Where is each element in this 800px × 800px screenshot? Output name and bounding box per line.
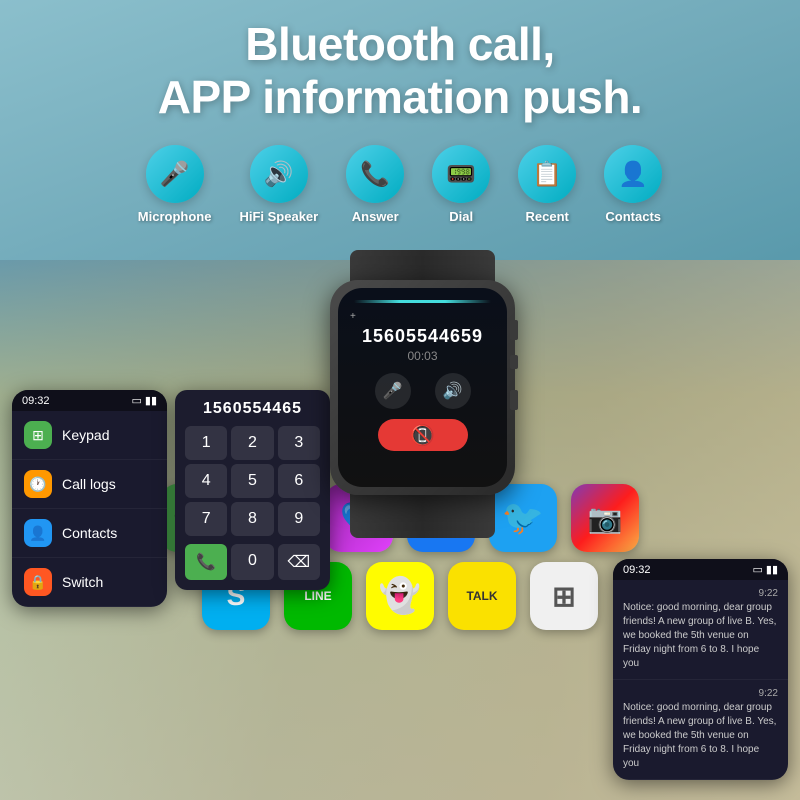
- dial-label: Dial: [449, 209, 473, 224]
- microphone-label: Microphone: [138, 209, 212, 224]
- key-8[interactable]: 8: [231, 502, 273, 536]
- contacts-label: Contacts: [605, 209, 661, 224]
- key-2[interactable]: 2: [231, 426, 273, 460]
- menu-item-keypad[interactable]: ⊞ Keypad: [12, 411, 167, 460]
- notif-battery: ▭ ▮▮: [752, 563, 778, 576]
- key-5[interactable]: 5: [231, 464, 273, 498]
- key-📞[interactable]: 📞: [185, 544, 227, 580]
- app-icon-more[interactable]: ⊞: [530, 562, 598, 630]
- call-logs-label: Call logs: [62, 476, 116, 492]
- hero-line2: APP information push.: [158, 71, 642, 123]
- phone-status-bar: 09:32 ▭ ▮▮: [12, 390, 167, 411]
- watch-wave: [354, 300, 492, 303]
- keypad-icon: ⊞: [24, 421, 52, 449]
- answer-label: Answer: [352, 209, 399, 224]
- feature-item-answer: 📞 Answer: [346, 145, 404, 224]
- watch-crown-mid: [510, 355, 518, 369]
- watch-mute-btn[interactable]: 🎤: [375, 373, 411, 409]
- contacts-icon: 👤: [604, 145, 662, 203]
- notif-text-1: Notice: good morning, dear group friends…: [623, 701, 778, 771]
- feature-item-hifi-speaker: 🔊 HiFi Speaker: [239, 145, 318, 224]
- call-logs-icon: 🕐: [24, 470, 52, 498]
- dialpad-bottom: 📞0⌫: [185, 544, 320, 580]
- feature-item-dial: 📟 Dial: [432, 145, 490, 224]
- notif-time-1: 9:22: [623, 688, 778, 699]
- dialpad-grid: 123 456 789: [185, 426, 320, 536]
- notif-time-0: 9:22: [623, 588, 778, 599]
- snapchat-icon-glyph: 👻: [379, 576, 421, 616]
- key-7[interactable]: 7: [185, 502, 227, 536]
- watch-speaker-btn[interactable]: 🔊: [435, 373, 471, 409]
- dialpad-panel: 1560554465 123 456 789 📞0⌫: [175, 390, 330, 590]
- watch-end-call-btn[interactable]: 📵: [378, 419, 468, 451]
- feature-item-contacts: 👤 Contacts: [604, 145, 662, 224]
- instagram-icon-glyph: 📷: [588, 502, 623, 535]
- phone-battery: ▭ ▮▮: [131, 394, 157, 407]
- menu-item-switch[interactable]: 🔒 Switch: [12, 558, 167, 607]
- watch-crown-top: [510, 320, 518, 340]
- hero-title: Bluetooth call, APP information push.: [0, 18, 800, 124]
- key-1[interactable]: 1: [185, 426, 227, 460]
- recent-icon: 📋: [518, 145, 576, 203]
- phone-menu-panel: 09:32 ▭ ▮▮ ⊞ Keypad 🕐 Call logs 👤 Contac…: [12, 390, 167, 607]
- notif-item-0: 9:22 Notice: good morning, dear group fr…: [613, 580, 788, 680]
- app-icon-instagram[interactable]: 📷: [571, 484, 639, 552]
- notif-status-bar: 09:32 ▭ ▮▮: [613, 559, 788, 580]
- dialpad-number: 1560554465: [185, 400, 320, 418]
- hifi-speaker-icon: 🔊: [250, 145, 308, 203]
- line-icon-glyph: LINE: [304, 589, 331, 603]
- feature-item-microphone: 🎤 Microphone: [138, 145, 212, 224]
- menu-item-contacts[interactable]: 👤 Contacts: [12, 509, 167, 558]
- kakao-icon-glyph: TALK: [466, 589, 497, 603]
- key-⌫[interactable]: ⌫: [278, 544, 320, 580]
- app-icon-twitter[interactable]: 🐦: [489, 484, 557, 552]
- feature-item-recent: 📋 Recent: [518, 145, 576, 224]
- microphone-icon: 🎤: [146, 145, 204, 203]
- features-row: 🎤 Microphone 🔊 HiFi Speaker 📞 Answer 📟 D…: [0, 145, 800, 224]
- recent-label: Recent: [526, 209, 569, 224]
- notif-text-0: Notice: good morning, dear group friends…: [623, 601, 778, 671]
- watch-screen: + 15605544659 00:03 🎤 🔊 📵: [338, 288, 507, 487]
- notif-item-1: 9:22 Notice: good morning, dear group fr…: [613, 680, 788, 780]
- switch-icon: 🔒: [24, 568, 52, 596]
- keypad-label: Keypad: [62, 427, 109, 443]
- notification-panel: 09:32 ▭ ▮▮ 9:22 Notice: good morning, de…: [613, 559, 788, 780]
- menu-item-call-logs[interactable]: 🕐 Call logs: [12, 460, 167, 509]
- watch-phone-number: 15605544659: [362, 326, 483, 347]
- key-4[interactable]: 4: [185, 464, 227, 498]
- answer-icon: 📞: [346, 145, 404, 203]
- key-3[interactable]: 3: [278, 426, 320, 460]
- watch-call-timer: 00:03: [407, 349, 437, 363]
- twitter-icon-glyph: 🐦: [502, 498, 544, 538]
- hero-section: Bluetooth call, APP information push.: [0, 18, 800, 124]
- hero-line1: Bluetooth call,: [245, 18, 554, 70]
- watch-label: +: [346, 311, 499, 322]
- key-6[interactable]: 6: [278, 464, 320, 498]
- watch-inner: + 15605544659 00:03 🎤 🔊 📵: [338, 288, 507, 487]
- phone-time: 09:32: [22, 395, 50, 407]
- contacts-label: Contacts: [62, 525, 117, 541]
- dial-icon: 📟: [432, 145, 490, 203]
- notif-time: 09:32: [623, 564, 651, 576]
- contacts-icon: 👤: [24, 519, 52, 547]
- hifi-speaker-label: HiFi Speaker: [239, 209, 318, 224]
- key-9[interactable]: 9: [278, 502, 320, 536]
- watch-crown-bot: [510, 390, 518, 410]
- more-icon-glyph: ⊞: [552, 580, 575, 613]
- app-icon-kakao[interactable]: TALK: [448, 562, 516, 630]
- switch-label: Switch: [62, 574, 103, 590]
- key-0[interactable]: 0: [231, 544, 273, 580]
- watch-call-actions: 🎤 🔊: [375, 373, 471, 409]
- app-icon-snapchat[interactable]: 👻: [366, 562, 434, 630]
